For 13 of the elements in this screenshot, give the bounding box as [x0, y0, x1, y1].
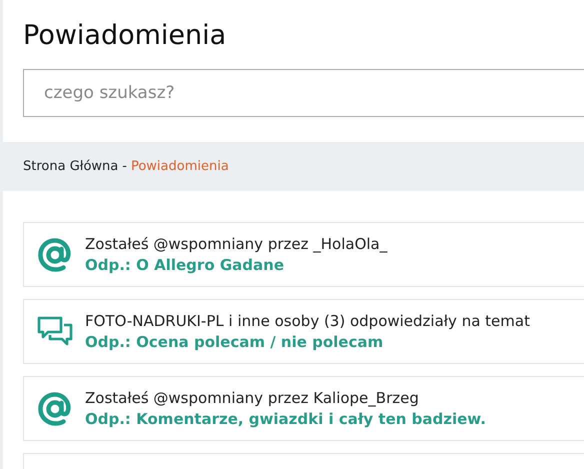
page-title: Powiadomienia — [23, 19, 228, 53]
notification-text: Zostałeś @wspomniany przez Kaliope_Brzeg — [85, 388, 420, 409]
notification-card[interactable]: Zostałeś @wspomniany przez _HolaOla_ Odp.: O Allegro Gadane — [23, 222, 584, 288]
notification-text: FOTO-NADRUKI-PL i inne osoby (3) odpowiedziały na temat — [85, 310, 530, 332]
at-sign-icon — [37, 236, 73, 273]
notification-text: Zostałeś @wspomniany przez _HolaOla_ — [85, 234, 388, 255]
breadcrumb-link[interactable]: Strona Główna — [23, 156, 118, 176]
notification-card[interactable]: FOTO-NADRUKI-PL i inne osoby (3) odpowiedziały na temat Odp.: Ocena polecam / nie polecam — [23, 299, 584, 364]
breadcrumb-separator: - — [122, 158, 127, 176]
notification-card[interactable]: Zostałeś @wspomniany przez Kaliope_Brzeg Odp.: Komentarze, gwiazdki i cały ten badziew. — [23, 376, 584, 442]
notification-card[interactable] — [23, 453, 584, 469]
search-field[interactable]: czego szukasz? — [23, 69, 584, 117]
at-sign-icon — [37, 390, 73, 427]
